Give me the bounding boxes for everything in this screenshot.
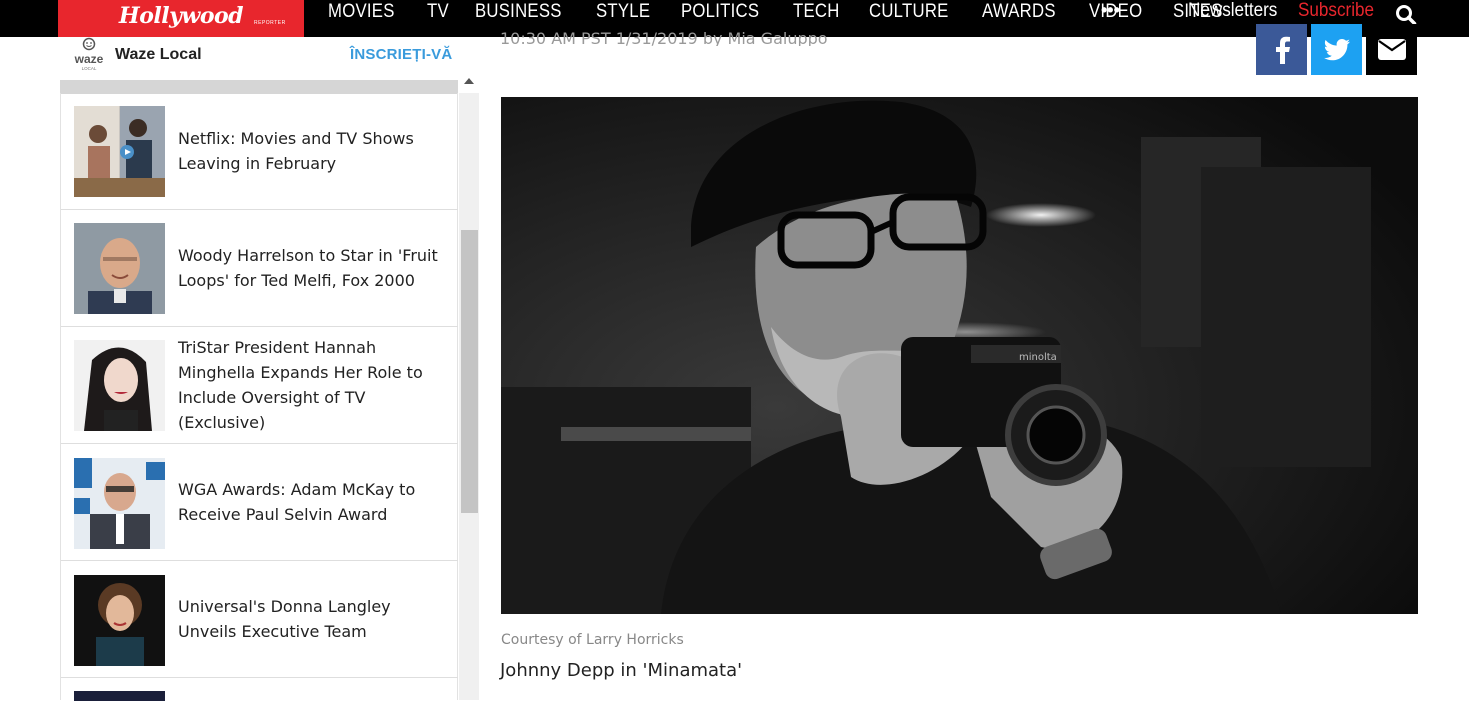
svg-text:waze: waze [74,52,104,66]
nav-item-politics[interactable]: POLITICS [681,1,759,23]
nav-item-business[interactable]: BUSINESS [475,1,562,23]
share-twitter-button[interactable] [1311,24,1362,75]
scroll-up-arrow-icon[interactable] [464,78,474,84]
svg-text:LOCAL: LOCAL [82,66,97,71]
svg-text:minolta: minolta [1019,352,1057,363]
related-stories-list: Netflix: Movies and TV Shows Leaving in … [60,93,458,701]
nav-item-style[interactable]: STYLE [596,1,650,23]
twitter-icon [1323,38,1350,60]
nav-item-movies[interactable]: MOVIES [328,1,395,23]
image-caption: Johnny Depp in 'Minamata' [500,660,743,681]
logo-wordmark: Hollywood [118,2,244,29]
waze-signup-button[interactable]: ÎNSCRIEȚI-VĂ [350,46,452,63]
nav-more-button[interactable]: ••• [1101,0,1120,20]
newsletters-link[interactable]: Newsletters [1188,0,1277,22]
nav-item-tv[interactable]: TV [427,1,449,23]
list-item[interactable]: Woody Harrelson to Star in 'Fruit Loops'… [61,210,458,327]
search-icon[interactable] [1395,4,1417,26]
site-logo[interactable]: Hollywood REPORTER [58,0,304,37]
nav-item-awards[interactable]: AWARDS [982,1,1056,23]
story-headline[interactable]: TriStar President Hannah Minghella Expan… [178,335,448,435]
story-headline[interactable]: Universal's Donna Langley Unveils Execut… [178,594,448,644]
list-item[interactable]: WGA Awards: Adam McKay to Receive Paul S… [61,444,458,561]
story-thumbnail[interactable] [74,340,165,431]
subscribe-link[interactable]: Subscribe [1298,0,1374,22]
story-thumbnail[interactable] [74,223,165,314]
nav-item-tech[interactable]: TECH [793,1,840,23]
story-thumbnail[interactable] [74,106,165,197]
waze-logo-icon: waze LOCAL [74,37,104,71]
waze-title: Waze Local [115,46,202,63]
list-item[interactable] [61,678,458,708]
article-byline: 10:30 AM PST 1/31/2019 by Mia Galuppo [500,29,828,46]
email-icon [1377,39,1406,60]
story-headline[interactable]: Woody Harrelson to Star in 'Fruit Loops'… [178,243,448,293]
share-email-button[interactable] [1366,24,1417,75]
story-thumbnail[interactable] [74,575,165,666]
list-item[interactable]: Universal's Donna Langley Unveils Execut… [61,561,458,678]
logo-subtitle: REPORTER [254,20,286,26]
share-facebook-button[interactable] [1256,24,1307,75]
scrollbar-thumb[interactable] [461,230,478,513]
nav-item-culture[interactable]: CULTURE [869,1,949,23]
list-item[interactable]: TriStar President Hannah Minghella Expan… [61,327,458,444]
list-item[interactable]: Netflix: Movies and TV Shows Leaving in … [61,93,458,210]
image-credit: Courtesy of Larry Horricks [501,632,684,648]
sidebar-divider [60,80,458,94]
story-thumbnail[interactable] [74,458,165,549]
article-hero-image: minolta [501,97,1418,614]
waze-local-widget[interactable]: waze LOCAL Waze Local ÎNSCRIEȚI-VĂ [60,37,460,79]
facebook-icon [1275,36,1290,64]
story-headline[interactable]: Netflix: Movies and TV Shows Leaving in … [178,126,448,176]
story-headline[interactable]: WGA Awards: Adam McKay to Receive Paul S… [178,477,448,527]
